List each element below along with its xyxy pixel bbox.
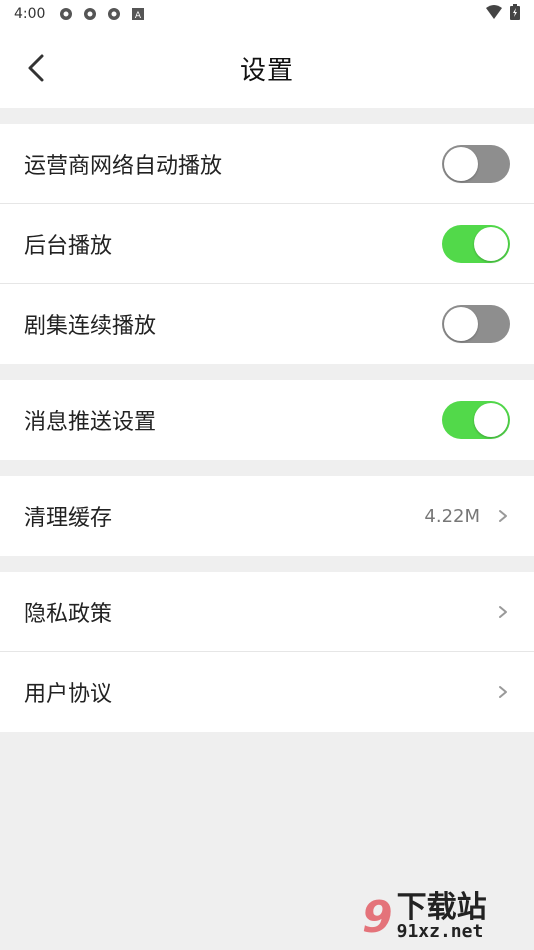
setting-row-privacy[interactable]: 隐私政策 xyxy=(0,572,534,652)
setting-row-continuous-play: 剧集连续播放 xyxy=(0,284,534,364)
battery-icon xyxy=(510,4,520,24)
watermark-top: 下载站 xyxy=(396,890,487,925)
toggle-knob xyxy=(474,403,508,437)
setting-row-push: 消息推送设置 xyxy=(0,380,534,460)
status-time: 4:00 xyxy=(14,6,46,22)
svg-text:A: A xyxy=(135,11,142,20)
setting-row-carrier-autoplay: 运营商网络自动播放 xyxy=(0,124,534,204)
setting-row-background-play: 后台播放 xyxy=(0,204,534,284)
app-bar: 设置 xyxy=(0,28,534,108)
setting-row-user-agreement[interactable]: 用户协议 xyxy=(0,652,534,732)
setting-label: 后台播放 xyxy=(24,233,113,259)
notification-icon xyxy=(107,7,121,21)
setting-label: 清理缓存 xyxy=(24,506,113,531)
toggle-knob xyxy=(474,226,508,261)
setting-row-clear-cache[interactable]: 清理缓存 4.22M xyxy=(0,476,534,556)
chevron-right-icon xyxy=(496,509,510,523)
status-bar: 4:00 A xyxy=(0,0,534,28)
setting-label: 用户协议 xyxy=(24,682,113,707)
background-play-toggle[interactable] xyxy=(442,224,510,263)
setting-label: 运营商网络自动播放 xyxy=(24,153,223,179)
setting-label: 隐私政策 xyxy=(24,601,113,627)
back-button[interactable] xyxy=(18,50,54,86)
watermark-text: 下载站 91xz.net xyxy=(397,893,487,941)
watermark: 9 下载站 91xz.net xyxy=(362,886,532,948)
page-title: 设置 xyxy=(239,55,294,86)
setting-label: 剧集连续播放 xyxy=(24,314,157,339)
a-icon: A xyxy=(131,7,145,21)
watermark-bottom: 91xz.net xyxy=(396,921,484,942)
push-toggle[interactable] xyxy=(442,401,510,439)
settings-group-notifications: 消息推送设置 xyxy=(0,380,534,460)
notification-icon xyxy=(83,7,97,21)
chevron-right-icon xyxy=(496,605,510,619)
continuous-play-toggle[interactable] xyxy=(442,305,510,343)
chevron-right-icon xyxy=(496,685,510,699)
wifi-icon xyxy=(486,5,502,23)
cache-size: 4.22M xyxy=(424,505,480,527)
setting-label: 消息推送设置 xyxy=(24,410,157,435)
settings-group-legal: 隐私政策 用户协议 xyxy=(0,572,534,732)
settings-group-cache: 清理缓存 4.22M xyxy=(0,476,534,556)
toggle-knob xyxy=(444,307,478,341)
chevron-left-icon xyxy=(28,54,44,82)
carrier-autoplay-toggle[interactable] xyxy=(442,144,510,183)
notification-icon xyxy=(59,7,73,21)
settings-group-playback: 运营商网络自动播放 后台播放 剧集连续播放 xyxy=(0,124,534,364)
watermark-logo: 9 xyxy=(362,891,393,943)
toggle-knob xyxy=(444,146,478,181)
